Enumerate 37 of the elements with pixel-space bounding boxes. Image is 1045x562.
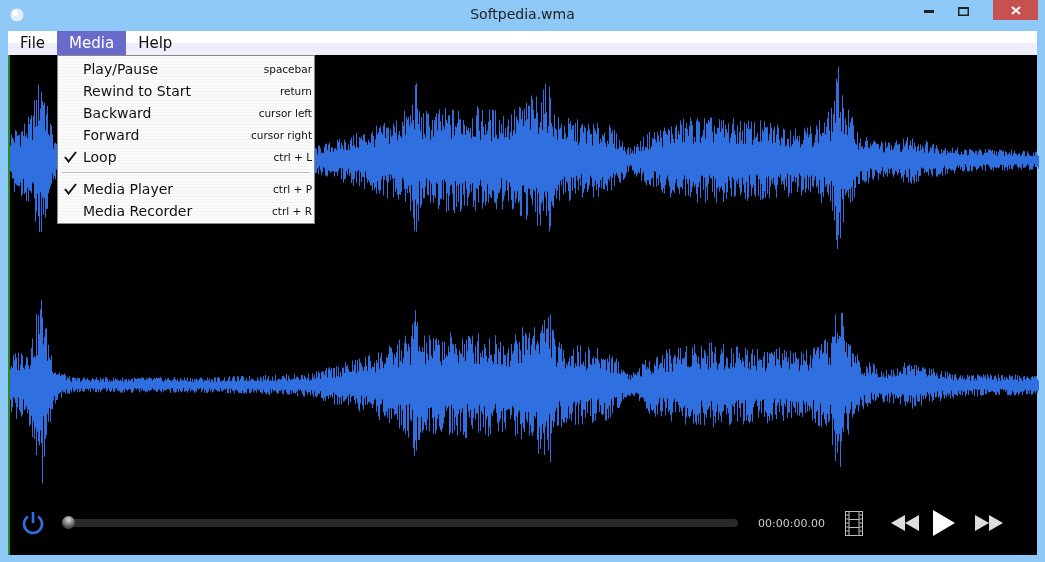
menu-item-label: Backward: [83, 105, 152, 121]
menu-bar-item[interactable]: Help: [126, 31, 185, 55]
menu-bar-item[interactable]: File: [8, 31, 58, 55]
slider-thumb[interactable]: [62, 516, 75, 529]
rewind-icon[interactable]: [890, 515, 919, 531]
menu-item[interactable]: Media Recorder ctrl + R: [58, 200, 314, 222]
shortcut-label: ctrl + P: [273, 183, 312, 195]
menu-item[interactable]: Media Player ctrl + P: [58, 178, 314, 200]
shortcut-label: cursor left: [258, 107, 312, 119]
shortcut-label: return: [279, 85, 312, 97]
maximize-icon[interactable]: [958, 7, 969, 16]
film-icon[interactable]: [844, 510, 863, 536]
close-button[interactable]: [993, 0, 1038, 20]
menu-item[interactable]: Rewind to Start return: [58, 80, 314, 102]
menu-item[interactable]: Forward cursor right: [58, 124, 314, 146]
menu-item-label: Loop: [83, 149, 117, 165]
time-display: 00:00:00.00: [758, 516, 825, 530]
shortcut-label: ctrl + R: [272, 205, 312, 217]
menu-item[interactable]: Loop ctrl + L: [58, 146, 314, 168]
menu-item[interactable]: Backward cursor left: [58, 102, 314, 124]
menu-item-label: Rewind to Start: [83, 83, 191, 99]
menu-item-label: Forward: [83, 127, 140, 143]
menu-item[interactable]: Play/Pause spacebar: [58, 58, 314, 80]
seek-slider[interactable]: [62, 519, 738, 527]
window-title: Softpedia.wma: [470, 6, 575, 22]
shortcut-label: cursor right: [251, 129, 312, 141]
shortcut-label: spacebar: [263, 63, 312, 75]
power-icon[interactable]: [20, 510, 46, 536]
fast-forward-icon[interactable]: [974, 515, 1003, 531]
menu-item-label: Play/Pause: [83, 61, 159, 77]
menu-item-label: Media Player: [83, 181, 174, 197]
play-icon[interactable]: [932, 510, 955, 536]
menu-bar-item[interactable]: Media: [57, 31, 127, 55]
close-icon: [1010, 5, 1021, 15]
menu-item-label: Media Recorder: [83, 203, 193, 219]
app-icon: [9, 7, 25, 23]
shortcut-label: ctrl + L: [273, 151, 312, 163]
